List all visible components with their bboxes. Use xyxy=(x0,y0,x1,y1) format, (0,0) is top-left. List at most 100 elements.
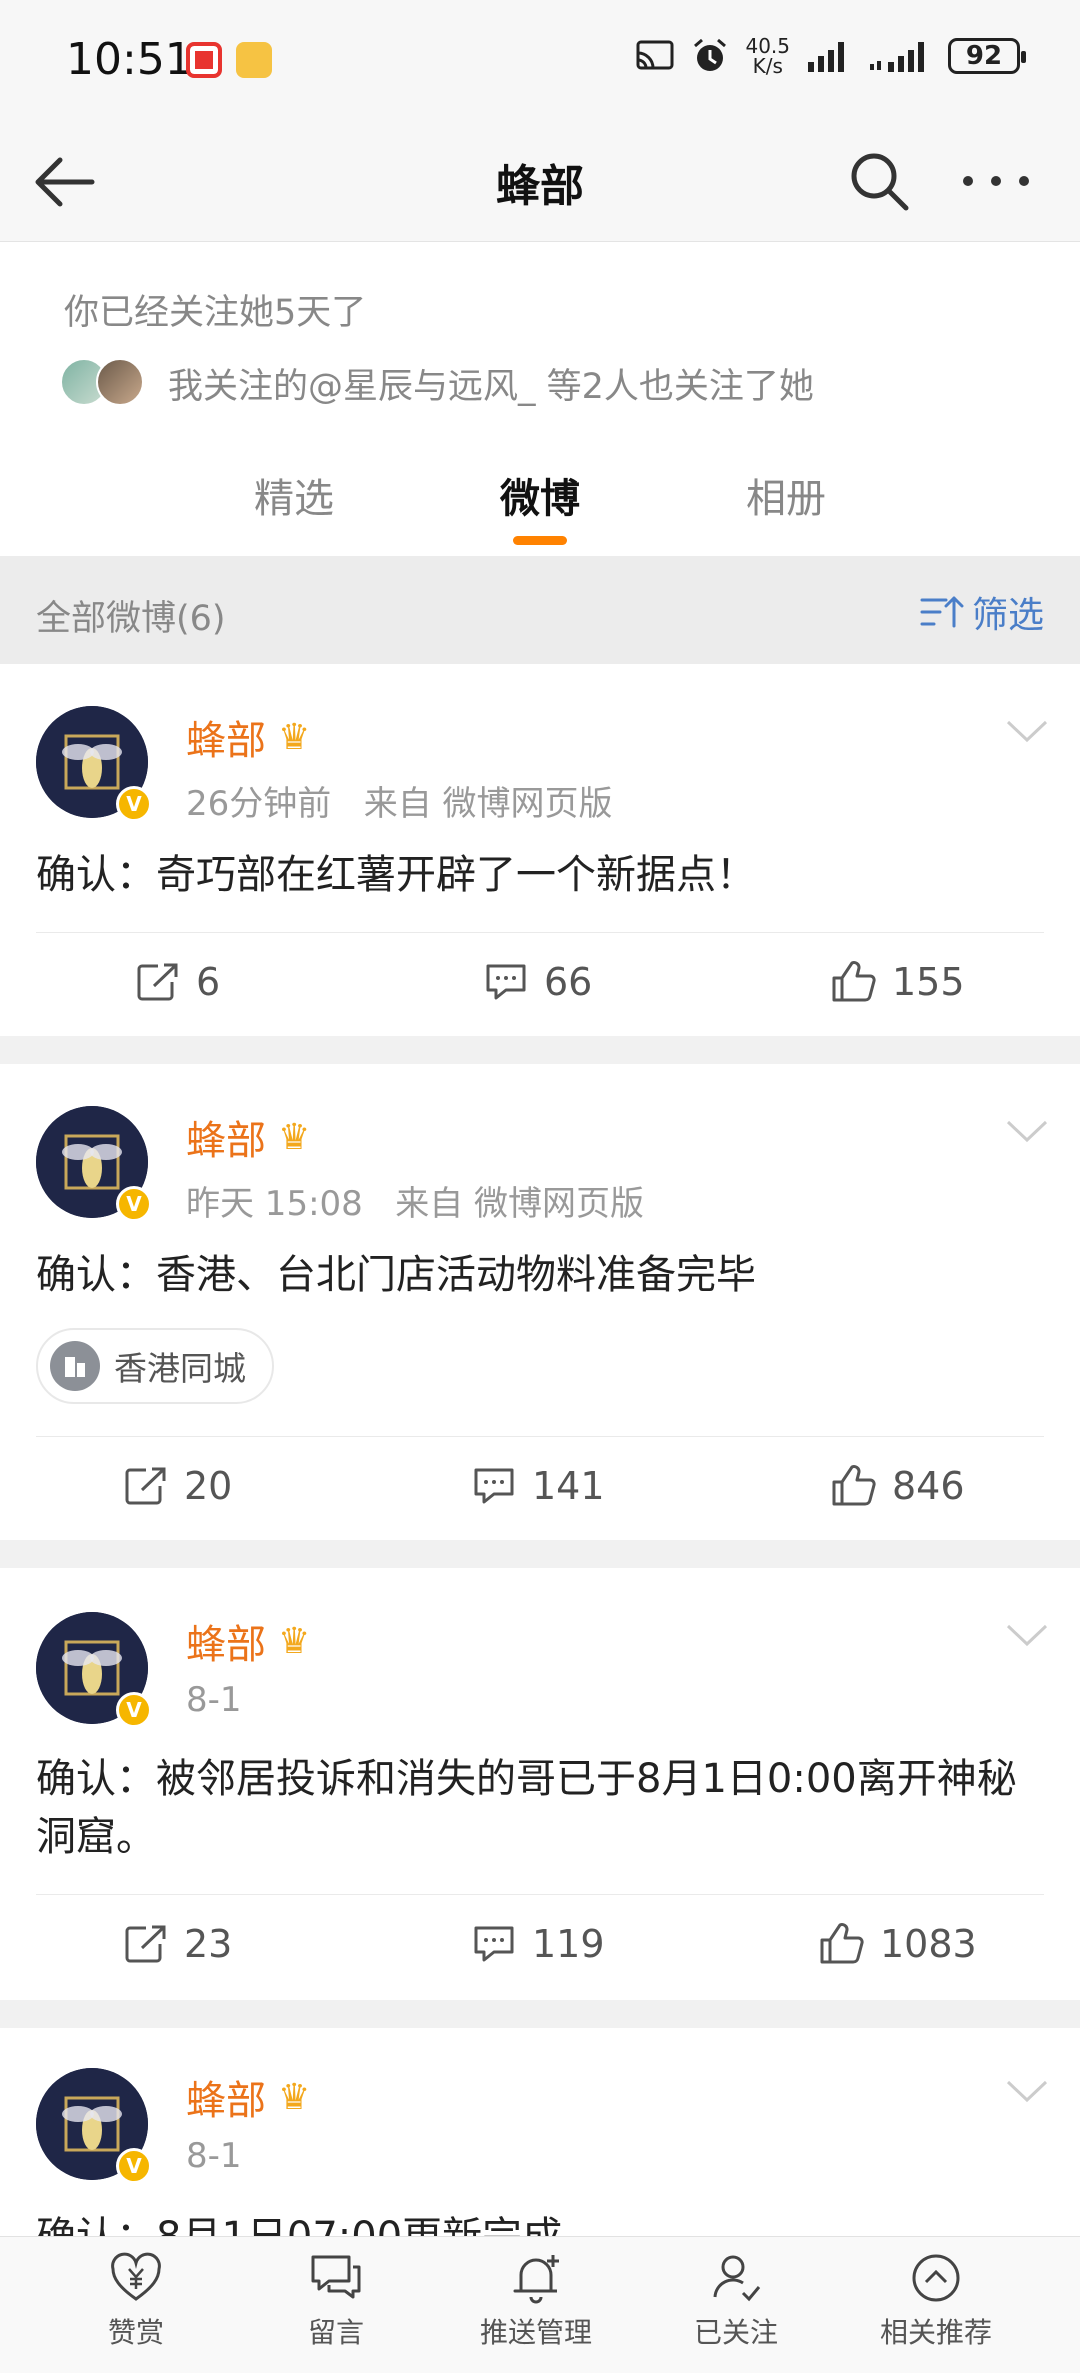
chevron-down-icon[interactable] xyxy=(1004,1116,1050,1146)
status-bar: 10:51 40.5 K/s 92 xyxy=(0,0,1080,124)
followed-user-icon xyxy=(713,2255,761,2302)
message-icon xyxy=(311,2255,361,2299)
signal-icon xyxy=(808,42,844,72)
comment-button[interactable]: 66 xyxy=(484,960,592,1004)
divider xyxy=(36,1894,1044,1895)
tab-album[interactable]: 相册 xyxy=(746,466,826,524)
divider xyxy=(36,1436,1044,1437)
repost-button[interactable]: 20 xyxy=(124,1464,232,1508)
post-author[interactable]: 蜂部 ♛ xyxy=(186,708,310,766)
crown-vip-icon: ♛ xyxy=(278,716,311,758)
crown-vip-icon: ♛ xyxy=(278,1620,311,1662)
avatar[interactable]: V xyxy=(36,1612,152,1728)
like-button[interactable]: 1083 xyxy=(818,1922,977,1966)
weibo-post[interactable]: V 蜂部 ♛ 昨天 15:08 来自 微博网页版 确认：香港、台北门店活动物料准备… xyxy=(0,1064,1080,1540)
more-options-icon[interactable] xyxy=(958,148,1034,214)
post-meta: 8-1 xyxy=(186,2136,242,2176)
cast-icon xyxy=(636,40,674,70)
bottom-action-bar: 赞赏 留言 推送管理 已关注 相关推荐 xyxy=(0,2236,1080,2373)
filter-label: 筛选 xyxy=(971,595,1044,636)
comment-button[interactable]: 119 xyxy=(472,1922,605,1966)
post-text: 确认：香港、台北门店活动物料准备完毕 xyxy=(36,1252,756,1298)
reward-button[interactable]: 赞赏 xyxy=(56,2251,216,2351)
post-time: 8-1 xyxy=(186,2136,242,2176)
avatar xyxy=(96,358,144,406)
follow-duration-text: 你已经关注她5天了 xyxy=(64,293,367,333)
comment-icon xyxy=(486,964,526,1000)
filter-bar: 全部微博(6) 筛选 xyxy=(0,556,1080,664)
crown-vip-icon: ♛ xyxy=(278,2076,311,2118)
reward-icon xyxy=(111,2252,161,2301)
all-posts-count: 全部微博(6) xyxy=(36,599,226,639)
chevron-down-icon[interactable] xyxy=(1004,716,1050,746)
post-author[interactable]: 蜂部 ♛ xyxy=(186,1108,310,1166)
profile-tabs: 精选 微博 相册 xyxy=(0,448,1080,556)
location-tag[interactable]: 香港同城 xyxy=(36,1328,274,1404)
signal-2-icon xyxy=(870,42,924,72)
mutual-follow-row[interactable]: 我关注的@星辰与远风_ 等2人也关注了她 xyxy=(60,356,814,410)
weibo-notification-icon xyxy=(236,42,272,78)
top-nav-bar: 蜂部 xyxy=(0,124,1080,242)
repost-icon xyxy=(125,1467,166,1505)
verified-badge-icon: V xyxy=(116,2148,152,2184)
repost-button[interactable]: 6 xyxy=(136,960,220,1004)
verified-badge-icon: V xyxy=(116,1692,152,1728)
post-text: 确认：被邻居投诉和消失的哥已于8月1日0:00离开神秘洞窟。 xyxy=(36,1756,1017,1860)
repost-icon xyxy=(125,1925,166,1963)
repost-button[interactable]: 23 xyxy=(124,1922,232,1966)
city-building-icon xyxy=(50,1341,100,1391)
like-button[interactable]: 846 xyxy=(830,1464,965,1508)
weibo-post[interactable]: V 蜂部 ♛ 8-1 确认：被邻居投诉和消失的哥已于8月1日0:00离开神秘洞窟。… xyxy=(0,1568,1080,2000)
filter-button[interactable]: 筛选 xyxy=(920,586,1044,638)
tab-featured[interactable]: 精选 xyxy=(254,466,334,524)
verified-badge-icon: V xyxy=(116,1186,152,1222)
status-time: 10:51 xyxy=(66,34,193,85)
thumbs-up-icon xyxy=(832,961,876,1002)
post-meta: 昨天 15:08 来自 微博网页版 xyxy=(186,1176,644,1225)
search-icon[interactable] xyxy=(846,148,912,214)
notification-bell-icon xyxy=(513,2255,559,2304)
post-time: 昨天 15:08 xyxy=(186,1184,363,1224)
divider xyxy=(36,932,1044,933)
avatar[interactable]: V xyxy=(36,706,152,822)
push-management-button[interactable]: 推送管理 xyxy=(456,2251,616,2351)
mutual-avatars xyxy=(60,356,150,410)
mutual-follow-text: 我关注的@星辰与远风_ 等2人也关注了她 xyxy=(168,366,814,407)
leave-message-button[interactable]: 留言 xyxy=(256,2251,416,2351)
repost-icon xyxy=(137,963,178,1001)
weibo-post[interactable]: V 蜂部 ♛ 26分钟前 来自 微博网页版 确认：奇巧部在红薯开辟了一个新据点！ … xyxy=(0,664,1080,1036)
post-source: 来自 微博网页版 xyxy=(395,1184,645,1224)
alarm-icon xyxy=(694,38,727,71)
post-text: 确认：8月1日07:00更新完成 xyxy=(36,2208,1044,2236)
crown-vip-icon: ♛ xyxy=(278,1116,311,1158)
tab-weibo[interactable]: 微博 xyxy=(500,466,580,524)
post-text: 确认：奇巧部在红薯开辟了一个新据点！ xyxy=(36,852,756,898)
active-tab-indicator xyxy=(513,536,567,545)
like-button[interactable]: 155 xyxy=(830,960,965,1004)
post-source: 来自 微博网页版 xyxy=(363,784,613,824)
profile-summary: 你已经关注她5天了 我关注的@星辰与远风_ 等2人也关注了她 精选 微博 相册 xyxy=(0,242,1080,556)
post-meta: 26分钟前 来自 微博网页版 xyxy=(186,776,613,825)
post-time: 26分钟前 xyxy=(186,784,332,824)
followed-button[interactable]: 已关注 xyxy=(656,2251,816,2351)
chevron-down-icon[interactable] xyxy=(1004,2076,1050,2106)
related-recommend-button[interactable]: 相关推荐 xyxy=(856,2251,1016,2351)
post-meta: 8-1 xyxy=(186,1680,242,1720)
notification-app-icon xyxy=(186,42,222,78)
weibo-post[interactable]: V 蜂部♛ 8-1 确认：8月1日07:00更新完成 xyxy=(0,2028,1080,2236)
chevron-down-icon[interactable] xyxy=(1004,1620,1050,1650)
verified-badge-icon: V xyxy=(116,786,152,822)
status-right-cluster: 40.5 K/s 92 xyxy=(635,34,1026,78)
net-speed: 40.5 K/s xyxy=(745,34,790,78)
avatar[interactable]: V xyxy=(36,1106,152,1222)
post-author[interactable]: 蜂部 ♛ xyxy=(186,2068,310,2126)
thumbs-up-icon xyxy=(832,1465,876,1506)
post-time: 8-1 xyxy=(186,1680,242,1720)
avatar[interactable]: V xyxy=(36,2068,152,2184)
post-author[interactable]: 蜂部 ♛ xyxy=(186,1612,310,1670)
recommend-up-icon xyxy=(912,2254,960,2302)
filter-icon xyxy=(920,596,964,628)
battery-indicator: 92 xyxy=(948,38,1026,74)
comment-button[interactable]: 141 xyxy=(472,1464,605,1508)
comment-icon xyxy=(474,1468,514,1504)
